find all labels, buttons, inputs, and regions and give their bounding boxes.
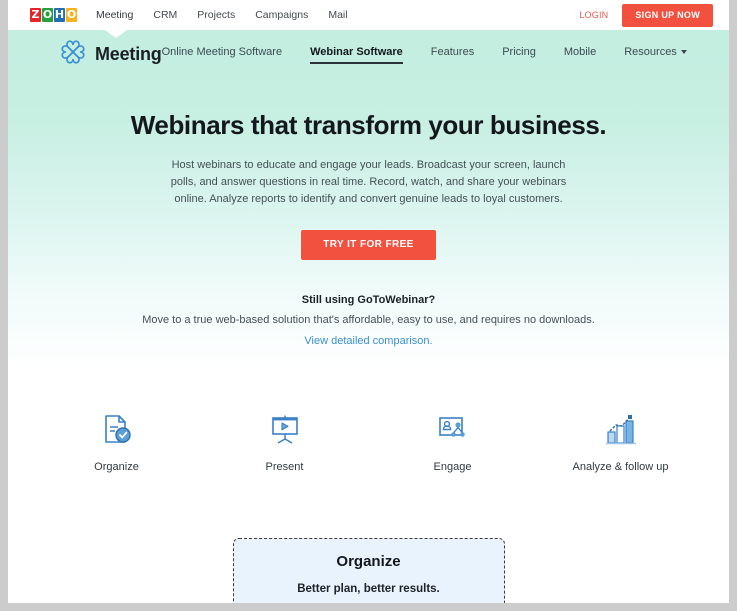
- page-frame: Z O H O Meeting CRM Projects Campaigns M…: [8, 0, 729, 603]
- topbar-link-mail[interactable]: Mail: [328, 0, 347, 30]
- presentation-play-icon: [230, 407, 340, 447]
- topbar-account-actions: LOGIN SIGN UP NOW: [579, 0, 729, 30]
- feature-organize[interactable]: Organize: [62, 407, 172, 473]
- try-it-for-free-button[interactable]: TRY IT FOR FREE: [301, 230, 436, 260]
- feature-engage[interactable]: Engage: [398, 407, 508, 473]
- feature-organize-label: Organize: [94, 461, 139, 473]
- feature-analyze-label: Analyze & follow up: [572, 461, 669, 473]
- topbar-link-campaigns[interactable]: Campaigns: [255, 0, 308, 30]
- topbar-link-crm[interactable]: CRM: [153, 0, 177, 30]
- active-product-notch-icon: [105, 30, 127, 38]
- meeting-clover-icon: [60, 39, 86, 70]
- zoho-logo[interactable]: Z O H O: [30, 8, 78, 22]
- feature-present-label: Present: [265, 461, 304, 473]
- zoho-topbar: Z O H O Meeting CRM Projects Campaigns M…: [8, 0, 729, 30]
- chevron-down-icon: [680, 50, 687, 55]
- zoho-logo-letter-z: Z: [30, 8, 41, 22]
- feature-icon-row: Organize Present Engage Analyze & follow…: [8, 369, 729, 473]
- view-detailed-comparison-link[interactable]: View detailed comparison.: [304, 335, 432, 347]
- organize-card[interactable]: Organize Better plan, better results.: [232, 538, 505, 603]
- feature-engage-label: Engage: [433, 461, 472, 473]
- gotowebinar-text: Move to a true web-based solution that's…: [142, 314, 595, 326]
- zoho-logo-letter-h: H: [54, 8, 65, 22]
- organize-card-title: Organize: [336, 553, 401, 570]
- zoho-logo-letter-o1: O: [42, 8, 53, 22]
- hero-section: Meeting Online Meeting Software Webinar …: [8, 30, 729, 369]
- gotowebinar-promo: Still using GoToWebinar? Move to a true …: [8, 294, 729, 349]
- gotowebinar-heading: Still using GoToWebinar?: [301, 294, 436, 306]
- topbar-link-meeting[interactable]: Meeting: [96, 0, 133, 30]
- nav-features[interactable]: Features: [431, 46, 474, 62]
- nav-webinar-software[interactable]: Webinar Software: [310, 46, 403, 64]
- feature-present[interactable]: Present: [230, 407, 340, 473]
- login-link[interactable]: LOGIN: [579, 10, 608, 20]
- organize-card-zone: Organize Better plan, better results.: [8, 473, 729, 603]
- hero-subtitle: Host webinars to educate and engage your…: [170, 159, 567, 205]
- meeting-brand[interactable]: Meeting: [60, 39, 162, 70]
- nav-mobile[interactable]: Mobile: [564, 46, 596, 62]
- product-nav-links: Online Meeting Software Webinar Software…: [162, 46, 729, 64]
- nav-resources[interactable]: Resources: [624, 46, 687, 62]
- feature-analyze[interactable]: Analyze & follow up: [566, 407, 676, 473]
- brand-name-label: Meeting: [95, 43, 162, 64]
- topbar-link-projects[interactable]: Projects: [197, 0, 235, 30]
- nav-online-meeting-software[interactable]: Online Meeting Software: [162, 46, 282, 62]
- audience-network-icon: [398, 407, 508, 447]
- hero-body: Webinars that transform your business. H…: [8, 70, 729, 349]
- nav-resources-label: Resources: [624, 46, 677, 58]
- zoho-product-links: Meeting CRM Projects Campaigns Mail: [96, 0, 348, 30]
- organize-card-subtitle: Better plan, better results.: [297, 583, 440, 595]
- page-title: Webinars that transform your business.: [130, 110, 607, 140]
- zoho-logo-letter-o2: O: [66, 8, 77, 22]
- sign-up-now-button[interactable]: SIGN UP NOW: [622, 3, 713, 27]
- nav-pricing[interactable]: Pricing: [502, 46, 536, 62]
- document-check-icon: [62, 407, 172, 447]
- bar-chart-trend-icon: [566, 407, 676, 447]
